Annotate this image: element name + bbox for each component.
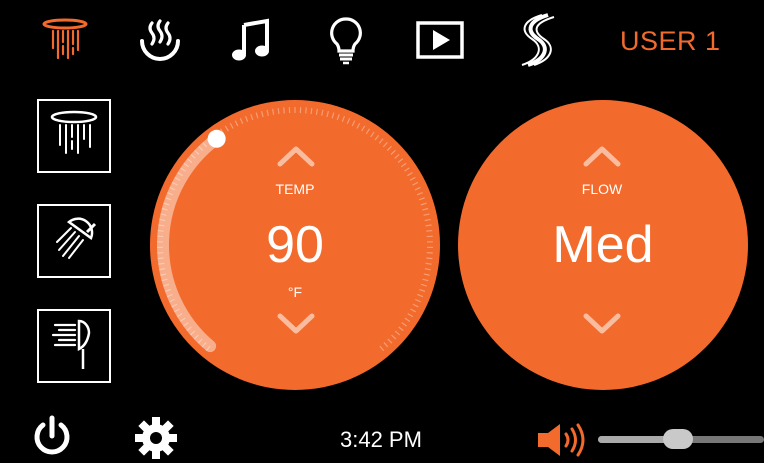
dial-tick — [401, 322, 407, 327]
volume-knob[interactable] — [662, 429, 693, 449]
dial-tick — [391, 334, 397, 340]
volume-slider[interactable] — [598, 429, 764, 449]
temp-value: 90 — [266, 216, 324, 274]
dial-tick — [356, 122, 361, 129]
dial-tick — [361, 125, 366, 132]
temp-down-icon[interactable] — [276, 312, 316, 336]
temp-up-icon[interactable] — [276, 144, 316, 168]
handheld-outlet-button[interactable] — [37, 204, 111, 278]
dial-tick — [426, 257, 433, 260]
dial-tick — [416, 192, 423, 196]
dial-tick — [419, 288, 426, 293]
dial-tick — [365, 128, 370, 135]
dial-tick — [426, 229, 433, 232]
dial-tick — [397, 158, 404, 163]
dial-tick — [422, 278, 429, 282]
dial-tick — [261, 110, 264, 118]
dial-tick — [336, 114, 340, 121]
dial-tick — [321, 109, 324, 116]
dial-tick — [277, 107, 280, 115]
temperature-knob[interactable] — [207, 129, 226, 148]
dial-tick — [255, 112, 259, 119]
rain-head-outlet-icon — [47, 107, 101, 166]
flow-label: FLOW — [581, 181, 623, 197]
dial-tick — [423, 273, 430, 276]
dial-tick — [379, 345, 385, 352]
dial-tick — [404, 167, 410, 172]
dial-tick — [425, 262, 432, 265]
dial-tick — [382, 142, 388, 148]
dial-tick — [386, 145, 392, 152]
dial-tick — [244, 115, 249, 122]
dial-tick — [234, 120, 239, 127]
power-icon[interactable] — [30, 414, 74, 458]
light-bulb-icon[interactable] — [320, 14, 372, 66]
dial-tick — [423, 213, 430, 216]
dial-tick — [415, 298, 421, 303]
dial-tick — [407, 313, 414, 318]
dial-tick — [310, 107, 313, 115]
dial-tick — [374, 134, 380, 141]
dial-tick — [424, 268, 431, 271]
dial-tick — [378, 138, 384, 144]
dial-tick — [390, 149, 396, 155]
dial-tick — [412, 303, 419, 308]
temp-label: TEMP — [275, 181, 315, 197]
dial-tick — [250, 114, 254, 121]
dial-tick — [420, 283, 427, 287]
flow-down-icon[interactable] — [582, 312, 622, 336]
dial-tick — [387, 338, 393, 344]
dial-tick — [394, 154, 400, 159]
music-icon[interactable] — [226, 14, 278, 66]
dial-tick — [383, 342, 389, 348]
dial-tick — [239, 118, 244, 125]
dial-tick — [394, 330, 401, 336]
dial-tick — [351, 120, 356, 127]
gear-icon[interactable] — [132, 414, 180, 463]
body-spray-outlet-button[interactable] — [37, 309, 111, 383]
rain-shower-icon[interactable] — [39, 14, 91, 66]
dial-tick — [346, 118, 351, 125]
volume-icon[interactable] — [536, 422, 592, 458]
dial-tick — [331, 112, 335, 119]
temperature-level-arc — [157, 132, 223, 353]
dial-tick — [422, 207, 429, 211]
flow-value: Med — [552, 216, 654, 274]
brand-logo-icon[interactable] — [512, 13, 564, 67]
dial-tick — [370, 131, 375, 138]
dial-tick — [341, 115, 346, 122]
dial-tick — [412, 181, 419, 186]
handheld-shower-outlet-icon — [47, 212, 101, 271]
dial-tick — [425, 224, 432, 227]
steam-icon[interactable] — [134, 14, 186, 66]
dial-tick — [315, 108, 318, 115]
temp-unit: °F — [287, 284, 303, 300]
dial-tick — [229, 122, 234, 129]
dial-tick — [418, 197, 425, 201]
dial-tick — [409, 176, 416, 181]
dial-tick — [400, 162, 407, 168]
rain-head-outlet-button[interactable] — [37, 99, 111, 173]
dial-tick — [407, 172, 413, 177]
dial-tick — [272, 108, 275, 115]
dial-tick — [398, 326, 404, 332]
body-spray-outlet-icon — [47, 315, 101, 378]
dial-tick — [420, 202, 427, 206]
dial-tick — [266, 109, 269, 116]
dial-tick — [326, 110, 329, 118]
dial-tick — [410, 308, 416, 313]
dial-tick — [417, 293, 424, 298]
clock-time: 3:42 PM — [340, 427, 422, 452]
video-play-icon[interactable] — [414, 14, 466, 66]
user-profile-button[interactable]: USER 1 — [620, 26, 721, 57]
dial-tick — [414, 186, 421, 191]
dial-tick — [404, 317, 411, 323]
flow-up-icon[interactable] — [582, 144, 622, 168]
dial-tick — [224, 125, 229, 132]
dial-tick — [424, 218, 431, 222]
